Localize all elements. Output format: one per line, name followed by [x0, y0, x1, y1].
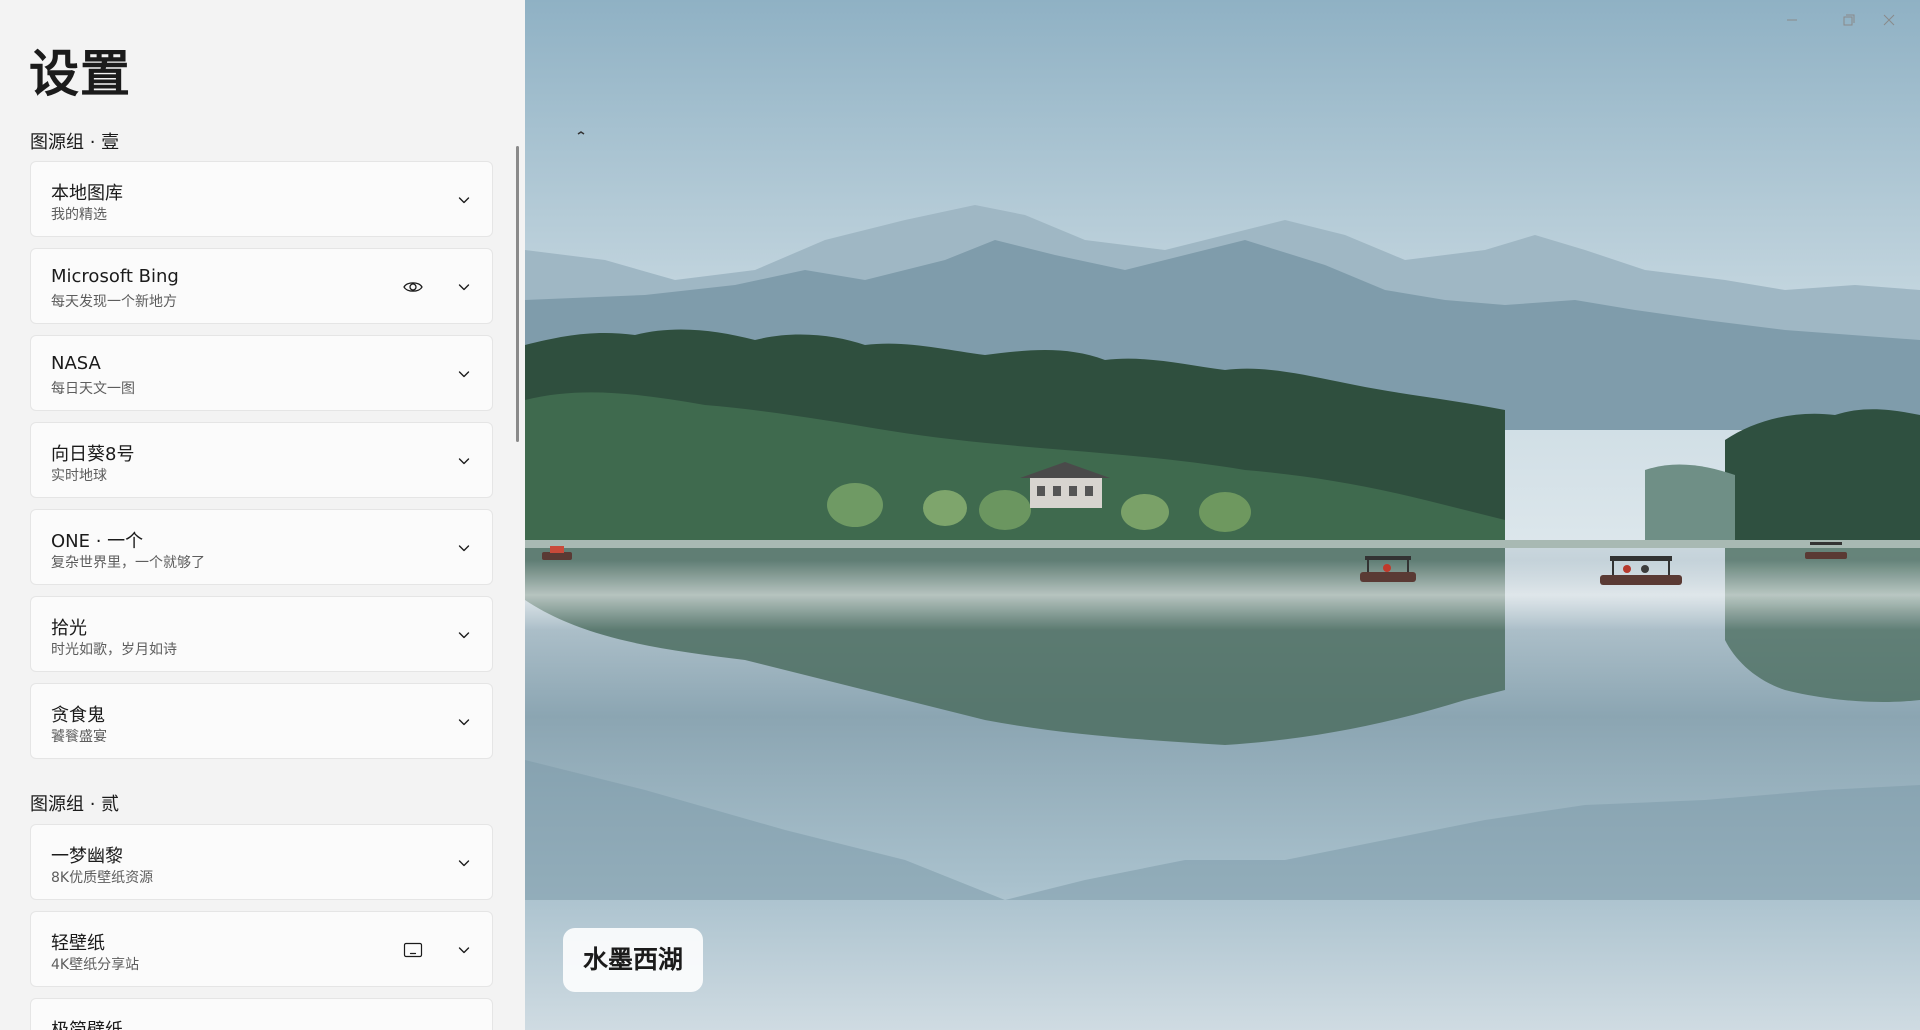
- wallpaper-image: [525, 0, 1920, 1030]
- chevron-down-icon[interactable]: [456, 279, 472, 295]
- card-subtitle: 时光如歌，岁月如诗: [51, 642, 177, 658]
- card-title: 轻壁纸: [51, 933, 105, 954]
- card-subtitle: 每天发现一个新地方: [51, 294, 177, 310]
- card-title: 向日葵8号: [51, 444, 135, 465]
- close-icon[interactable]: [1869, 8, 1909, 32]
- source-card-himawari[interactable]: 向日葵8号 实时地球: [30, 422, 493, 498]
- source-card-nasa[interactable]: NASA 每日天文一图: [30, 335, 493, 411]
- card-subtitle: 每日天文一图: [51, 381, 135, 397]
- chevron-down-icon[interactable]: [456, 855, 472, 871]
- source-card-timeline[interactable]: 拾光 时光如歌，岁月如诗: [30, 596, 493, 672]
- minimize-icon[interactable]: [1772, 8, 1812, 32]
- page-title: 设置: [29, 45, 131, 103]
- monitor-icon[interactable]: [402, 939, 424, 961]
- card-subtitle: 4K壁纸分享站: [51, 957, 140, 973]
- card-subtitle: 饕餮盛宴: [51, 729, 107, 745]
- source-card-dream[interactable]: 一梦幽黎 8K优质壁纸资源: [30, 824, 493, 900]
- card-title: NASA: [51, 353, 101, 374]
- card-subtitle: 我的精选: [51, 207, 107, 223]
- source-card-bing[interactable]: Microsoft Bing 每天发现一个新地方: [30, 248, 493, 324]
- card-title: 贪食鬼: [51, 705, 105, 726]
- group-title-2: 图源组 · 贰: [30, 794, 120, 815]
- card-subtitle: 复杂世界里，一个就够了: [51, 555, 205, 571]
- chevron-down-icon[interactable]: [456, 942, 472, 958]
- restore-icon[interactable]: [1829, 8, 1869, 32]
- settings-panel: 设置 图源组 · 壹 本地图库 我的精选 Microsoft Bing 每天发现…: [0, 0, 525, 1030]
- chevron-down-icon[interactable]: [456, 627, 472, 643]
- scrollbar[interactable]: [516, 146, 519, 442]
- group-title-1: 图源组 · 壹: [30, 132, 120, 153]
- card-title: 拾光: [51, 618, 87, 639]
- eye-icon[interactable]: [402, 276, 424, 298]
- wallpaper-preview: 水墨西湖: [525, 0, 1920, 1030]
- chevron-down-icon[interactable]: [456, 453, 472, 469]
- source-card-one[interactable]: ONE · 一个 复杂世界里，一个就够了: [30, 509, 493, 585]
- chevron-down-icon[interactable]: [456, 714, 472, 730]
- source-card-minimal[interactable]: 极简壁纸: [30, 998, 493, 1030]
- source-card-local[interactable]: 本地图库 我的精选: [30, 161, 493, 237]
- chevron-down-icon[interactable]: [456, 192, 472, 208]
- card-title: 本地图库: [51, 183, 123, 204]
- card-subtitle: 实时地球: [51, 468, 107, 484]
- card-title: Microsoft Bing: [51, 266, 179, 287]
- card-title: 一梦幽黎: [51, 846, 123, 867]
- chevron-down-icon[interactable]: [456, 366, 472, 382]
- card-title: ONE · 一个: [51, 531, 144, 552]
- card-title: 极简壁纸: [51, 1016, 123, 1030]
- chevron-down-icon[interactable]: [456, 540, 472, 556]
- source-card-glutton[interactable]: 贪食鬼 饕餮盛宴: [30, 683, 493, 759]
- wallpaper-caption[interactable]: 水墨西湖: [563, 928, 704, 992]
- source-card-light-wallpaper[interactable]: 轻壁纸 4K壁纸分享站: [30, 911, 493, 987]
- app-window: 设置 图源组 · 壹 本地图库 我的精选 Microsoft Bing 每天发现…: [0, 0, 1920, 1030]
- card-subtitle: 8K优质壁纸资源: [51, 870, 154, 886]
